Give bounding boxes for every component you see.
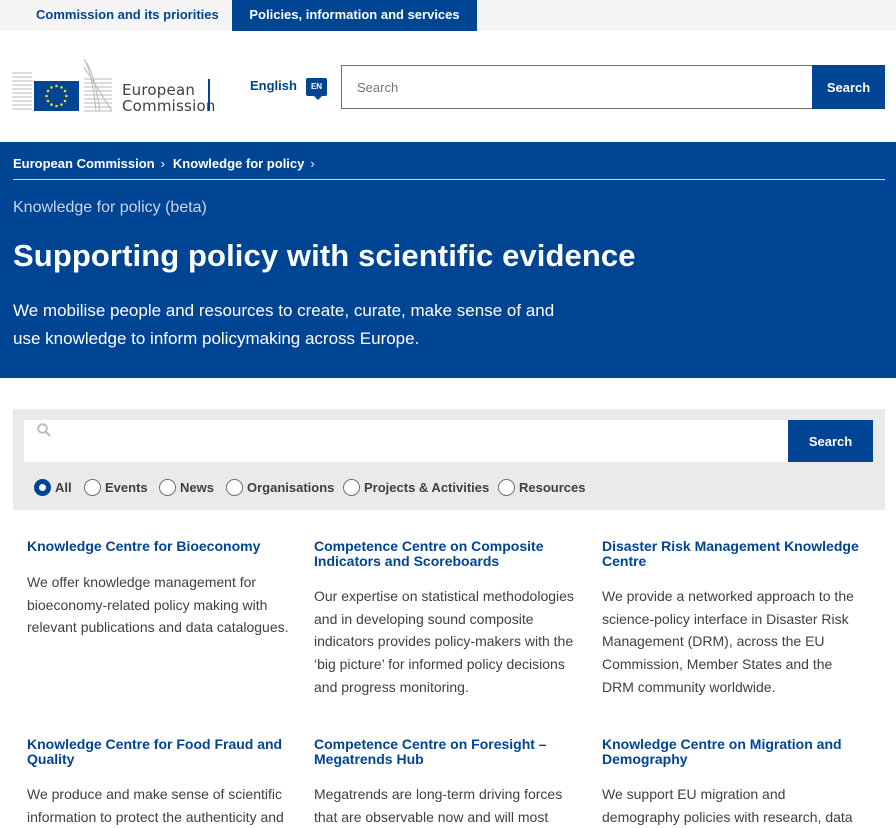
content-search-button[interactable]: Search [788,420,873,462]
ec-logo-icon [12,58,113,112]
search-icon [37,423,51,437]
filter-label: All [55,480,72,495]
description-line-2: use knowledge to inform policymaking acr… [13,329,420,348]
card-description: Our expertise on statistical methodologi… [314,588,574,695]
chevron-right-icon: › [160,156,165,171]
site-name: Knowledge for policy (beta) [13,199,207,216]
filter-label: Resources [519,480,586,495]
logo-text-line2: Commission [122,97,216,115]
content-search-input[interactable] [24,420,789,462]
radio-icon [84,479,101,496]
card-migration-demography: Knowledge Centre on Migration and Demogr… [602,737,864,828]
logo-divider [208,79,210,111]
filter-label: Organisations [247,480,335,495]
header-search-input[interactable] [341,65,813,109]
radio-icon [343,479,360,496]
top-navigation: Commission and its priorities Policies, … [0,0,896,31]
filter-label: News [180,480,214,495]
card-title-link[interactable]: Knowledge Centre on Migration and Demogr… [602,737,864,767]
breadcrumb-item-european-commission[interactable]: European Commission [13,156,155,171]
page-description: We mobilise people and resources to crea… [13,297,573,353]
card-bioeconomy: Knowledge Centre for Bioeconomy We offer… [27,539,289,639]
logo-wordmark: European Commission [122,82,216,114]
description-line-1: We mobilise people and resources to crea… [13,301,555,320]
radio-selected-icon [34,479,51,496]
tab-policies-information-services[interactable]: Policies, information and services [232,0,477,31]
card-description: We offer knowledge management for bioeco… [27,574,289,636]
language-code-badge[interactable]: EN [306,78,327,100]
card-foresight-megatrends: Competence Centre on Foresight – Megatre… [314,737,576,828]
card-description: Megatrends are long-term driving forces … [314,786,563,825]
breadcrumb-item-knowledge-for-policy[interactable]: Knowledge for policy [173,156,304,171]
filter-label: Projects & Activities [364,480,490,495]
site-header: European Commission English EN Search [0,31,896,142]
search-panel: Search All Events News Organisations Pro… [13,409,885,510]
card-food-fraud-quality: Knowledge Centre for Food Fraud and Qual… [27,737,289,828]
card-title-link[interactable]: Knowledge Centre for Bioeconomy [27,539,289,554]
radio-icon [159,479,176,496]
card-composite-indicators: Competence Centre on Composite Indicator… [314,539,576,699]
language-selector[interactable]: English [250,78,297,93]
page-title: Supporting policy with scientific eviden… [13,238,636,273]
card-title-link[interactable]: Knowledge Centre for Food Fraud and Qual… [27,737,289,767]
card-title-link[interactable]: Disaster Risk Management Knowledge Centr… [602,539,864,569]
card-title-link[interactable]: Competence Centre on Composite Indicator… [314,539,576,569]
radio-icon [498,479,515,496]
card-description: We produce and make sense of scientific … [27,786,284,825]
card-title-link[interactable]: Competence Centre on Foresight – Megatre… [314,737,576,767]
breadcrumb-divider [13,179,885,180]
filter-label: Events [105,480,148,495]
hero-banner: European Commission › Knowledge for policy… [0,142,896,378]
chevron-right-icon: › [310,156,315,171]
card-description: We support EU migration and demography p… [602,786,853,825]
card-disaster-risk-management: Disaster Risk Management Knowledge Centr… [602,539,864,699]
breadcrumb: European Commission › Knowledge for policy… [13,156,323,171]
logo-text-line1: European [122,81,196,99]
tab-commission-priorities[interactable]: Commission and its priorities [0,0,232,31]
header-search-button[interactable]: Search [812,65,885,109]
radio-icon [226,479,243,496]
card-description: We provide a networked approach to the s… [602,588,854,695]
